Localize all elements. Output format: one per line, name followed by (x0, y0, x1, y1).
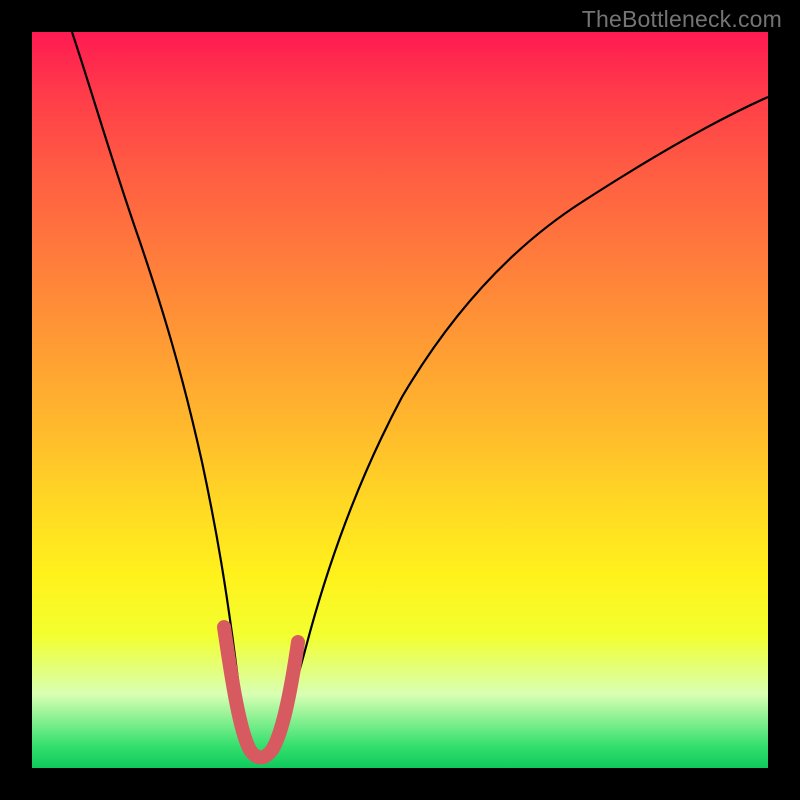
main-curve (72, 32, 768, 756)
chart-svg (32, 32, 768, 768)
chart-frame: TheBottleneck.com (0, 0, 800, 800)
highlight-curve (224, 627, 298, 758)
plot-area (32, 32, 768, 768)
watermark-text: TheBottleneck.com (582, 6, 782, 33)
